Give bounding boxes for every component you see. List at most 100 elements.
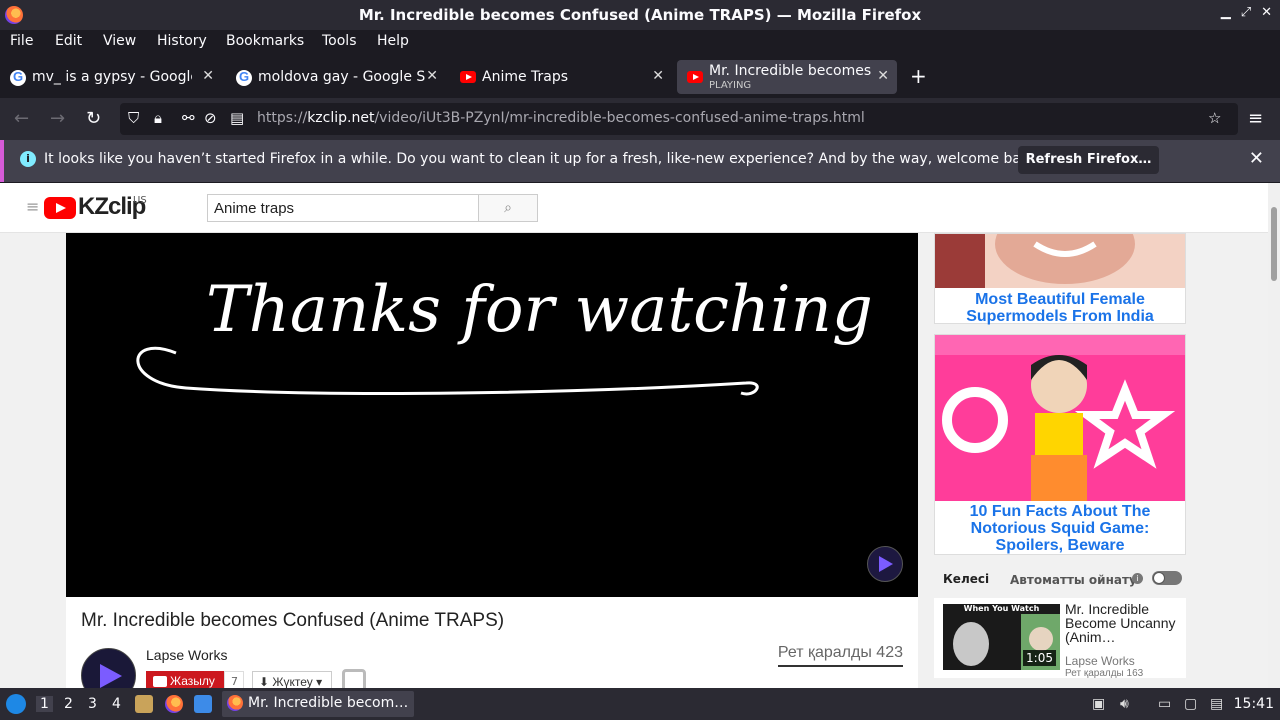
channel-avatar[interactable] <box>81 648 136 688</box>
window-controls: ▁ ⤢ ✕ <box>1221 5 1272 20</box>
firefox-icon <box>227 695 243 711</box>
clock: 15:41 <box>1233 696 1274 712</box>
search-input[interactable] <box>207 194 479 222</box>
taskbar: 1 2 3 4 Mr. Incredible becom… ▣ 🔊︎ ▭ ▢ ▤… <box>0 688 1280 720</box>
tab-mr-incredible[interactable]: Mr. Incredible becomes C PLAYING ✕ <box>677 60 897 94</box>
menu-tools[interactable]: Tools <box>322 33 357 49</box>
close-icon[interactable]: ✕ <box>1249 148 1264 169</box>
google-icon <box>236 69 252 86</box>
related-channel[interactable]: Lapse Works <box>1065 654 1135 668</box>
google-icon <box>10 69 26 86</box>
ad-caption[interactable]: Most Beautiful Female Supermodels From I… <box>935 291 1185 325</box>
desktop-icon[interactable] <box>194 695 212 713</box>
view-count: Рет қаралды 423 <box>777 644 903 667</box>
related-video[interactable]: When You Watch 1:05 Mr. Incredible Becom… <box>934 598 1186 679</box>
menu-help[interactable]: Help <box>377 33 409 49</box>
window-titlebar: Mr. Incredible becomes Confused (Anime T… <box>0 0 1280 30</box>
clipboard-icon[interactable]: ▭ <box>1158 696 1171 712</box>
info-icon[interactable]: i <box>1132 573 1143 584</box>
autoplay-toggle[interactable] <box>1152 571 1182 585</box>
back-icon[interactable]: ← <box>14 108 29 129</box>
autoplay-blocked-icon[interactable]: ⊘ <box>204 109 217 127</box>
ad-supermodels[interactable]: Most Beautiful Female Supermodels From I… <box>934 233 1186 325</box>
firefox-icon[interactable] <box>165 695 183 713</box>
updates-icon[interactable]: ▤ <box>1210 696 1223 712</box>
video-duration: 1:05 <box>1023 650 1056 666</box>
tab-label: mv_ is a gypsy - Google S <box>32 69 192 85</box>
workspace-1[interactable]: 1 <box>36 696 53 712</box>
url-bar[interactable]: ⛉ 🔒︎ ⚯ ⊘ ▤ https://kzclip.net/video/iUt3… <box>120 103 1238 135</box>
site-header: ≡ KZclip US ⌕ <box>0 183 1268 233</box>
menu-icon[interactable]: ≡ <box>26 197 39 216</box>
hamburger-menu-icon[interactable]: ≡ <box>1248 108 1263 129</box>
video-player[interactable]: Thanks for watching <box>66 233 918 597</box>
page-scrollbar[interactable] <box>1268 183 1280 688</box>
thumbnail-caption: When You Watch <box>963 604 1040 613</box>
menu-edit[interactable]: Edit <box>55 33 82 49</box>
close-tab-icon[interactable]: ✕ <box>652 68 664 84</box>
subscriber-count: 7 <box>224 671 244 688</box>
bookmark-star-icon[interactable]: ☆ <box>1208 109 1221 127</box>
tab-playing-label: PLAYING <box>709 80 752 91</box>
up-next-label: Келесі <box>943 572 990 586</box>
ad-caption[interactable]: 10 Fun Facts About The Notorious Squid G… <box>935 503 1185 554</box>
channel-name[interactable]: Lapse Works <box>146 647 227 663</box>
menu-bar: File Edit View History Bookmarks Tools H… <box>0 30 1280 54</box>
ad-squid-game[interactable]: 10 Fun Facts About The Notorious Squid G… <box>934 334 1186 555</box>
close-tab-icon[interactable]: ✕ <box>202 68 214 84</box>
related-thumbnail[interactable]: When You Watch 1:05 <box>943 604 1060 670</box>
workspace-4[interactable]: 4 <box>112 696 121 712</box>
start-menu-icon[interactable] <box>6 694 26 714</box>
up-next-row: Келесі Автоматты ойнату i <box>934 566 1186 596</box>
menu-view[interactable]: View <box>103 33 136 49</box>
permissions-icon[interactable]: ⚯ <box>182 109 195 127</box>
autoplay-label: Автоматты ойнату <box>1010 573 1137 587</box>
refresh-firefox-button[interactable]: Refresh Firefox… <box>1018 146 1159 174</box>
volume-icon[interactable]: 🔊︎ <box>1120 696 1129 712</box>
taskbar-task-firefox[interactable]: Mr. Incredible becom… <box>222 691 414 717</box>
scrollbar-thumb[interactable] <box>1271 207 1277 281</box>
lock-icon[interactable]: 🔒︎ <box>154 109 162 127</box>
forward-icon[interactable]: → <box>50 108 65 129</box>
close-tab-icon[interactable]: ✕ <box>877 68 889 84</box>
minimize-icon[interactable]: ▁ <box>1221 5 1231 20</box>
shield-icon[interactable]: ⛉ <box>128 109 139 127</box>
related-title[interactable]: Mr. Incredible Become Uncanny (Anim… <box>1065 602 1177 644</box>
channel-watermark-icon[interactable] <box>867 546 903 582</box>
menu-bookmarks[interactable]: Bookmarks <box>226 33 304 49</box>
tab-google-gypsy[interactable]: mv_ is a gypsy - Google S ✕ <box>0 60 222 94</box>
ad-image <box>935 335 1185 501</box>
refresh-notification: i It looks like you haven’t started Fire… <box>0 140 1280 182</box>
search-button[interactable]: ⌕ <box>478 194 538 222</box>
video-info: Mr. Incredible becomes Confused (Anime T… <box>66 597 918 688</box>
tab-anime-traps[interactable]: Anime Traps ✕ <box>450 60 672 94</box>
menu-file[interactable]: File <box>10 33 33 49</box>
new-tab-icon[interactable]: + <box>910 64 927 88</box>
display-icon[interactable]: ▢ <box>1184 696 1197 712</box>
tray-notification-icon[interactable]: ▣ <box>1092 696 1105 712</box>
reader-icon[interactable]: ▤ <box>230 109 244 127</box>
navigation-toolbar: ← → ↻ ⛉ 🔒︎ ⚯ ⊘ ▤ https://kzclip.net/vide… <box>0 98 1280 140</box>
workspace-2[interactable]: 2 <box>64 696 73 712</box>
tab-label: Mr. Incredible becomes C <box>709 63 875 79</box>
kzclip-logo-icon[interactable] <box>44 197 76 219</box>
search-icon: ⌕ <box>504 200 512 216</box>
notification-message: It looks like you haven’t started Firefo… <box>44 151 1043 167</box>
share-icon[interactable] <box>342 669 366 688</box>
reload-icon[interactable]: ↻ <box>86 108 101 129</box>
download-button[interactable]: ⬇ Жүктеу ▾ <box>252 671 332 688</box>
workspace-3[interactable]: 3 <box>88 696 97 712</box>
tab-label: Anime Traps <box>482 69 569 85</box>
task-title: Mr. Incredible becom… <box>248 695 409 711</box>
maximize-icon[interactable]: ⤢ <box>1241 5 1251 20</box>
tab-bar: mv_ is a gypsy - Google S ✕ moldova gay … <box>0 56 1280 98</box>
menu-history[interactable]: History <box>157 33 207 49</box>
subscribe-button[interactable]: Жазылу <box>146 671 224 688</box>
thanks-for-watching-text: Thanks for watching <box>206 273 873 347</box>
tab-google-moldova[interactable]: moldova gay - Google Se ✕ <box>226 60 446 94</box>
file-manager-icon[interactable] <box>135 695 153 713</box>
url-text[interactable]: https://kzclip.net/video/iUt3B-PZynI/mr-… <box>257 110 865 126</box>
tab-label: moldova gay - Google Se <box>258 69 426 85</box>
close-tab-icon[interactable]: ✕ <box>426 68 438 84</box>
close-icon[interactable]: ✕ <box>1261 5 1272 20</box>
